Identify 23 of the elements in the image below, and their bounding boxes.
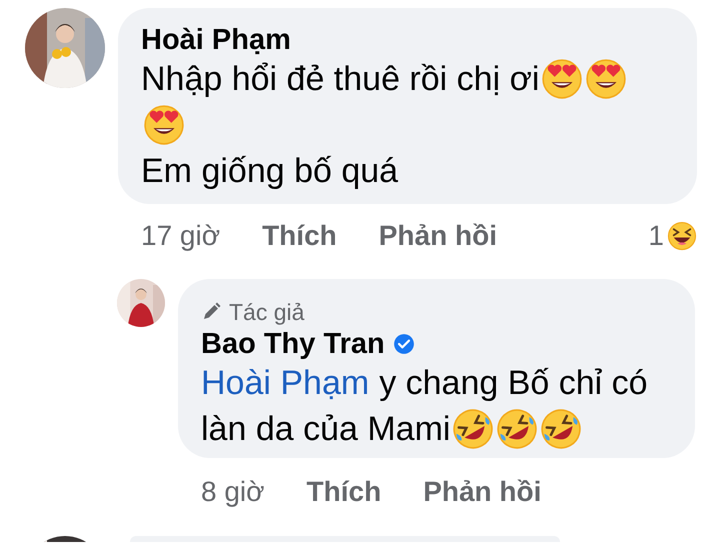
rolling-laughing-emoji-icon: [496, 408, 538, 450]
comment-text: Em giống bố quá: [141, 151, 398, 192]
heart-eyes-emoji-icon: [143, 104, 185, 146]
like-link[interactable]: Thích: [306, 476, 382, 508]
comment-text: làn da của Mami: [201, 409, 450, 450]
rolling-laughing-emoji-icon: [540, 408, 582, 450]
comment-text: Nhập hổi đẻ thuê rồi chị ơi: [141, 59, 540, 100]
author-name[interactable]: Bao Thy Tran: [201, 328, 385, 360]
heart-eyes-emoji-icon: [541, 58, 584, 100]
author-label: Tác giả: [229, 298, 304, 326]
reply-link[interactable]: Phản hồi: [378, 220, 497, 252]
like-link[interactable]: Thích: [262, 220, 337, 252]
timestamp: 8 giờ: [201, 476, 265, 508]
rolling-laughing-emoji-icon: [452, 408, 494, 450]
reply-link[interactable]: Phản hồi: [423, 476, 542, 508]
pencil-icon: [201, 302, 221, 322]
comment-text: y chang Bố chỉ có: [379, 363, 648, 404]
author-name[interactable]: Hoài Phạm: [141, 24, 674, 56]
mention-link[interactable]: Hoài Phạm: [201, 362, 370, 404]
timestamp: 17 giờ: [141, 220, 220, 252]
laughing-emoji-icon: [667, 221, 697, 251]
heart-eyes-emoji-icon: [585, 58, 628, 100]
reaction-count: 1: [648, 220, 664, 252]
